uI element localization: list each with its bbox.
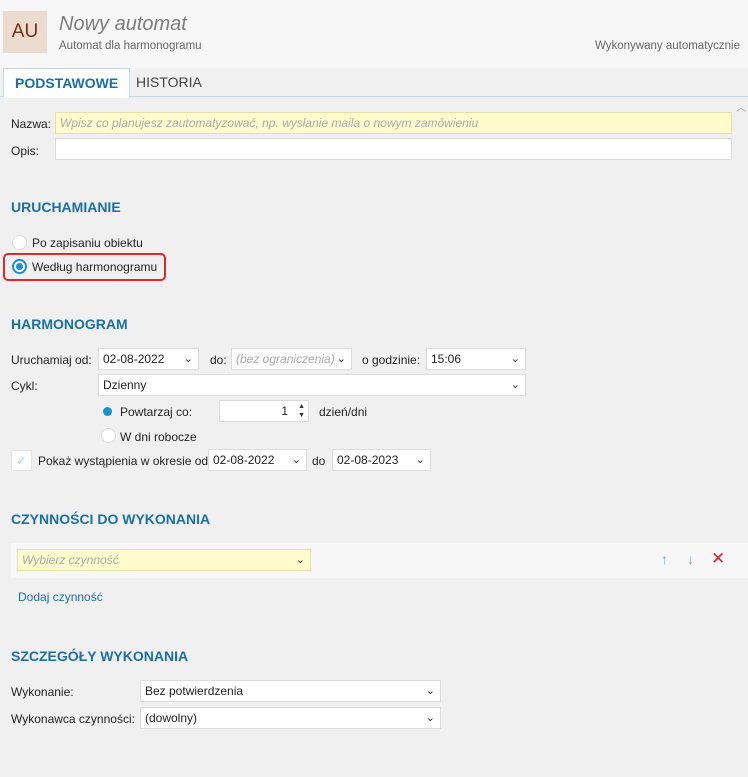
- chevron-down-icon: ⌄: [295, 554, 305, 566]
- run-from-value: 02-08-2022: [103, 352, 165, 366]
- action-select[interactable]: Wybierz czynność ⌄: [17, 549, 311, 571]
- show-to-label: do: [312, 454, 326, 468]
- tab-bar: PODSTAWOWE HISTORIA: [0, 68, 748, 98]
- move-down-icon[interactable]: ↓: [687, 551, 694, 567]
- chevron-down-icon: ⌄: [336, 353, 346, 365]
- workdays-label: W dni robocze: [120, 430, 197, 444]
- run-from-label: Uruchamiaj od:: [11, 353, 92, 367]
- cycle-label: Cykl:: [11, 379, 38, 393]
- radio-by-schedule[interactable]: [12, 259, 27, 274]
- repeat-every-value: 1: [281, 404, 288, 418]
- execution-value: Bez potwierdzenia: [145, 684, 244, 698]
- radio-after-save-label: Po zapisaniu obiektu: [32, 236, 143, 250]
- radio-repeat-every[interactable]: [103, 407, 112, 416]
- show-to-value: 02-08-2023: [337, 453, 399, 467]
- radio-workdays[interactable]: [101, 428, 116, 443]
- chevron-down-icon: ⌄: [425, 712, 435, 724]
- check-icon: ✓: [16, 453, 27, 468]
- time-select[interactable]: 15:06 ⌄: [426, 348, 526, 370]
- chevron-down-icon: ⌄: [425, 685, 435, 697]
- repeat-every-spinner[interactable]: 1 ▲ ▼: [219, 400, 309, 422]
- chevron-down-icon: ⌄: [510, 353, 520, 365]
- run-to-placeholder: (bez ograniczenia): [236, 352, 335, 366]
- spinner-arrows-icon[interactable]: ▲ ▼: [298, 402, 305, 420]
- description-input[interactable]: [55, 138, 732, 160]
- chevron-down-icon: ⌄: [291, 454, 301, 466]
- page-subtitle: Automat dla harmonogramu: [59, 40, 202, 52]
- description-label: Opis:: [11, 144, 40, 158]
- time-value: 15:06: [431, 352, 462, 366]
- time-label: o godzinie:: [362, 353, 421, 367]
- section-details: SZCZEGÓŁY WYKONANIA: [11, 648, 189, 664]
- executor-select[interactable]: (dowolny) ⌄: [140, 707, 441, 729]
- show-to-select[interactable]: 02-08-2023 ⌄: [332, 449, 431, 471]
- executor-value: (dowolny): [145, 711, 198, 725]
- delete-icon[interactable]: ✕: [711, 549, 725, 569]
- tab-historia[interactable]: HISTORIA: [125, 68, 213, 98]
- page-title: Nowy automat: [59, 13, 187, 35]
- repeat-unit-label: dzień/dni: [319, 405, 368, 419]
- run-mode-label: Wykonywany automatycznie: [595, 40, 740, 52]
- avatar: AU: [3, 11, 47, 53]
- tab-podstawowe[interactable]: PODSTAWOWE: [3, 68, 131, 98]
- chevron-down-icon: ⌄: [510, 379, 520, 391]
- action-placeholder: Wybierz czynność: [22, 553, 119, 567]
- run-to-select[interactable]: (bez ograniczenia) ⌄: [231, 348, 352, 370]
- section-schedule: HARMONOGRAM: [11, 316, 128, 332]
- chevron-down-icon: ⌄: [415, 454, 425, 466]
- executor-label: Wykonawca czynności:: [11, 712, 135, 726]
- cycle-value: Dzienny: [103, 378, 147, 392]
- run-from-select[interactable]: 02-08-2022 ⌄: [98, 348, 199, 370]
- add-action-link[interactable]: Dodaj czynność: [18, 590, 103, 604]
- move-up-icon[interactable]: ↑: [661, 551, 668, 567]
- section-actions: CZYNNOŚCI DO WYKONANIA: [11, 511, 211, 527]
- section-launch: URUCHAMIANIE: [11, 199, 121, 215]
- run-to-label: do:: [210, 353, 227, 367]
- execution-select[interactable]: Bez potwierdzenia ⌄: [140, 680, 441, 702]
- chevron-down-icon: ⌄: [183, 353, 193, 365]
- header: AU Nowy automat Automat dla harmonogramu…: [0, 0, 748, 68]
- cycle-select[interactable]: Dzienny ⌄: [98, 374, 526, 396]
- repeat-every-label: Powtarzaj co:: [120, 405, 193, 419]
- name-label: Nazwa:: [11, 117, 52, 131]
- name-input[interactable]: Wpisz co planujesz zautomatyzować, np. w…: [55, 112, 732, 134]
- execution-label: Wykonanie:: [11, 685, 74, 699]
- radio-after-save[interactable]: [12, 235, 27, 250]
- radio-by-schedule-label: Według harmonogramu: [32, 260, 158, 274]
- action-row: Wybierz czynność ⌄ ↑ ↓ ✕: [11, 543, 748, 578]
- scroll-up-icon[interactable]: ︿: [736, 99, 746, 114]
- show-from-select[interactable]: 02-08-2022 ⌄: [208, 449, 307, 471]
- show-from-value: 02-08-2022: [213, 453, 275, 467]
- name-placeholder: Wpisz co planujesz zautomatyzować, np. w…: [60, 116, 479, 130]
- show-occurrences-label: Pokaż wystąpienia w okresie od: [38, 454, 209, 468]
- show-occurrences-checkbox[interactable]: ✓: [11, 450, 32, 471]
